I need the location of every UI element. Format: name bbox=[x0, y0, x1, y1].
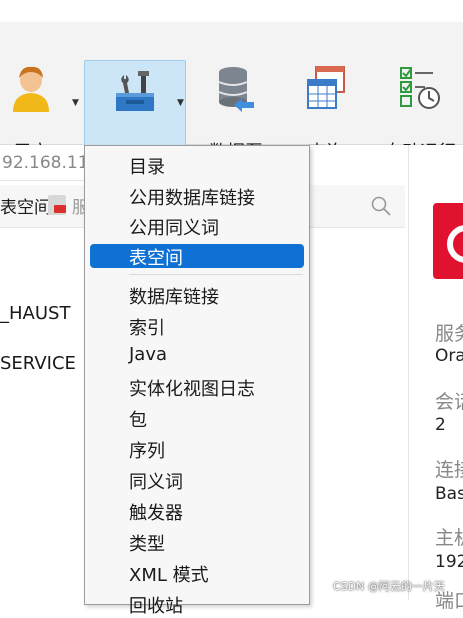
menu-item-recycle-bin[interactable]: 回收站 bbox=[129, 592, 183, 618]
menu-item-package[interactable]: 包 bbox=[129, 406, 147, 432]
info-key-connection: 连接 bbox=[435, 459, 463, 481]
menu-item-tablespace[interactable]: 表空间 bbox=[129, 244, 183, 270]
info-key-session: 会话 bbox=[435, 391, 463, 413]
menu-item-index[interactable]: 索引 bbox=[129, 314, 165, 340]
menu-highlight bbox=[90, 244, 304, 268]
menu-item-public-db-link[interactable]: 公用数据库链接 bbox=[129, 184, 255, 210]
other-dropdown-menu: 目录 公用数据库链接 公用同义词 表空间 数据库链接 索引 Java 实体化视图… bbox=[84, 145, 310, 617]
info-key-host: 主机 bbox=[435, 527, 463, 549]
menu-item-sequence[interactable]: 序列 bbox=[129, 437, 165, 463]
automation-icon bbox=[378, 66, 462, 114]
info-value-service: Ora bbox=[435, 346, 463, 366]
data-pump-icon bbox=[196, 66, 276, 114]
toolbox-icon bbox=[85, 69, 185, 117]
info-value-session: 2 bbox=[435, 415, 446, 435]
user-dropdown-caret-icon[interactable]: ▼ bbox=[72, 98, 79, 108]
tablespace-tab-label[interactable]: 表空间 bbox=[0, 193, 51, 218]
oracle-logo-icon bbox=[433, 203, 463, 279]
list-item[interactable]: _HAUST bbox=[0, 303, 70, 324]
user-icon bbox=[0, 66, 62, 114]
menu-item-type[interactable]: 类型 bbox=[129, 530, 165, 556]
menu-item-trigger[interactable]: 触发器 bbox=[129, 499, 183, 525]
list-item[interactable]: SERVICE bbox=[0, 353, 76, 374]
watermark: CSDN @阿云的一片天 bbox=[333, 580, 445, 593]
menu-item-public-synonym[interactable]: 公用同义词 bbox=[129, 214, 219, 240]
search-icon[interactable] bbox=[370, 195, 392, 217]
menu-item-xml-schema[interactable]: XML 模式 bbox=[129, 561, 209, 587]
info-value-connection: Bas bbox=[435, 484, 463, 504]
menu-item-mview-log[interactable]: 实体化视图日志 bbox=[129, 375, 255, 401]
menu-item-db-link[interactable]: 数据库链接 bbox=[129, 283, 219, 309]
info-key-service: 服务 bbox=[435, 323, 463, 345]
menu-item-synonym[interactable]: 同义词 bbox=[129, 468, 183, 494]
document-delete-icon[interactable] bbox=[48, 195, 66, 215]
query-table-icon bbox=[290, 66, 362, 114]
window-top-strip bbox=[0, 0, 463, 22]
menu-item-java[interactable]: Java bbox=[129, 344, 167, 365]
info-value-host: 192 bbox=[435, 552, 463, 572]
menu-separator bbox=[129, 274, 303, 275]
ribbon-toolbar: 用户 ▼ 其它 ▼ 数据 bbox=[0, 22, 463, 166]
connection-info-panel: 服务 Ora 会话 2 连接 Bas 主机 192 端口 bbox=[409, 145, 463, 612]
menu-item-directory[interactable]: 目录 bbox=[129, 153, 165, 179]
other-dropdown-caret-icon[interactable]: ▼ bbox=[177, 98, 184, 108]
